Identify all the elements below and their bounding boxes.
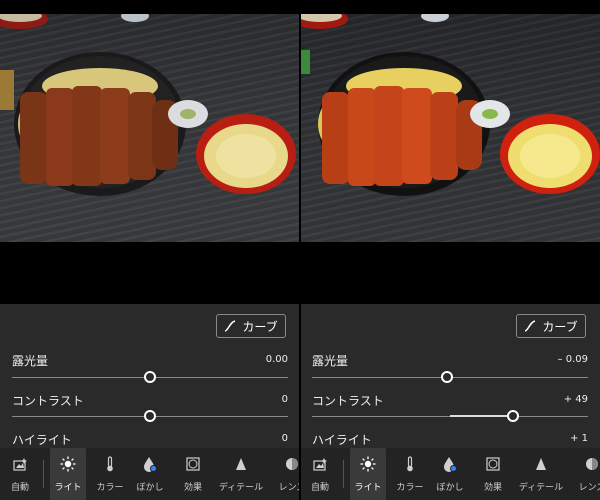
nav-detail-label: ディテール	[218, 483, 264, 493]
nav-effects-label: 効果	[483, 483, 502, 493]
nav-auto-label: 自動	[10, 483, 29, 493]
after-panel: カーブ 露光量 – 0.09 コントラスト + 49 ハイライト + 1 自動	[300, 0, 600, 500]
photo-before	[0, 14, 300, 242]
contrast-label: コントラスト	[312, 394, 384, 408]
curve-button[interactable]: カーブ	[216, 314, 286, 338]
light-adjust-panel: カーブ 露光量 0.00 コントラスト 0 ハイライト 0 自動 ライト カラー…	[0, 304, 300, 500]
contrast-slider-knob[interactable]	[507, 410, 519, 422]
curve-button[interactable]: カーブ	[516, 314, 586, 338]
nav-color[interactable]: カラー	[390, 448, 430, 500]
nav-lens[interactable]: レンズ	[572, 448, 600, 500]
exposure-value: – 0.09	[557, 354, 588, 365]
triangle-icon	[535, 456, 547, 472]
curve-icon	[525, 320, 536, 332]
nav-color-label: カラー	[96, 483, 124, 493]
tool-nav-bar: 自動 ライト カラー ぼかし 効果 ディテール レン	[300, 448, 600, 500]
nav-lens-label: レンズ	[578, 483, 600, 493]
exposure-value: 0.00	[265, 354, 288, 365]
nav-effects-label: 効果	[183, 483, 202, 493]
light-adjust-panel-after: カーブ 露光量 – 0.09 コントラスト + 49 ハイライト + 1 自動	[300, 304, 600, 500]
nav-detail[interactable]: ディテール	[218, 448, 264, 500]
nav-blur-label: ぼかし	[136, 483, 164, 493]
exposure-label: 露光量	[312, 354, 349, 368]
nav-light-label: ライト	[354, 483, 382, 493]
lens-icon	[585, 456, 599, 472]
contrast-value: + 49	[563, 394, 588, 405]
nav-light[interactable]: ライト	[350, 448, 386, 500]
lens-icon	[285, 456, 299, 472]
effects-frame-icon	[486, 456, 500, 472]
before-panel: カーブ 露光量 0.00 コントラスト 0 ハイライト 0 自動 ライト カラー…	[0, 0, 300, 500]
drop-icon	[143, 456, 157, 472]
curve-button-label: カーブ	[542, 319, 578, 334]
photo-after	[300, 14, 600, 242]
highlights-value: + 1	[570, 433, 588, 444]
contrast-label: コントラスト	[12, 394, 84, 408]
auto-photo-icon	[313, 456, 327, 472]
auto-photo-icon	[13, 456, 27, 472]
nav-blur[interactable]: ぼかし	[132, 448, 168, 500]
effects-frame-icon	[186, 456, 200, 472]
before-after-comparison: カーブ 露光量 0.00 コントラスト 0 ハイライト 0 自動 ライト カラー…	[0, 0, 600, 500]
curve-button-label: カーブ	[242, 319, 278, 334]
nav-color-label: カラー	[396, 483, 424, 493]
nav-blur-label: ぼかし	[436, 483, 464, 493]
triangle-icon	[235, 456, 247, 472]
exposure-label: 露光量	[12, 354, 49, 368]
nav-auto[interactable]: 自動	[302, 448, 338, 500]
nav-light-label: ライト	[54, 483, 82, 493]
sun-icon	[60, 456, 76, 472]
tool-nav-bar: 自動 ライト カラー ぼかし 効果 ディテール レン	[0, 448, 300, 500]
nav-lens-label: レンズ	[278, 483, 300, 493]
nav-blur[interactable]: ぼかし	[432, 448, 468, 500]
drop-icon	[443, 456, 457, 472]
nav-effects[interactable]: 効果	[175, 448, 211, 500]
exposure-slider-knob[interactable]	[441, 371, 453, 383]
sun-icon	[360, 456, 376, 472]
thermometer-icon	[106, 456, 114, 472]
nav-lens[interactable]: レンズ	[272, 448, 300, 500]
nav-detail-label: ディテール	[518, 483, 564, 493]
highlights-value: 0	[281, 433, 288, 444]
nav-light[interactable]: ライト	[50, 448, 86, 500]
nav-detail[interactable]: ディテール	[518, 448, 564, 500]
nav-auto[interactable]: 自動	[2, 448, 38, 500]
contrast-slider-knob[interactable]	[144, 410, 156, 422]
highlights-label: ハイライト	[312, 433, 372, 447]
contrast-value: 0	[281, 394, 288, 405]
exposure-slider-knob[interactable]	[144, 371, 156, 383]
contrast-slider-fill	[450, 415, 510, 417]
nav-auto-label: 自動	[310, 483, 329, 493]
nav-effects[interactable]: 効果	[475, 448, 511, 500]
thermometer-icon	[406, 456, 414, 472]
highlights-label: ハイライト	[12, 433, 72, 447]
curve-icon	[225, 320, 236, 332]
nav-color[interactable]: カラー	[90, 448, 130, 500]
